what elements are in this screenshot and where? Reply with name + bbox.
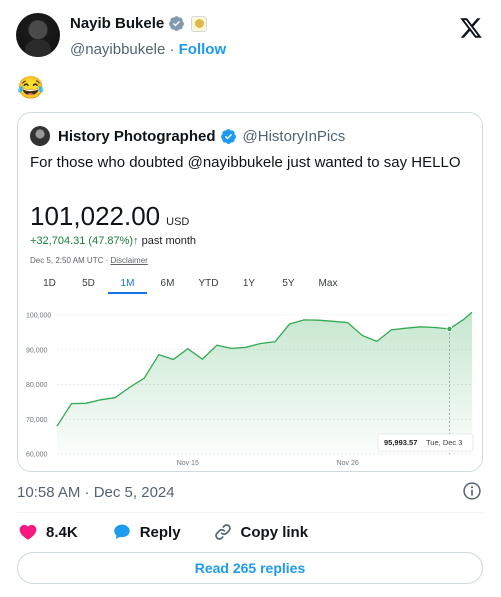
price-currency: USD (166, 216, 190, 228)
range-tab-1d[interactable]: 1D (30, 278, 69, 294)
price-area (57, 312, 472, 454)
y-tick-label: 100,000 (26, 313, 51, 320)
copy-link-button[interactable]: Copy link (213, 522, 309, 542)
quoted-text: For those who doubted @nayibbukele just … (30, 154, 461, 171)
reply-label: Reply (139, 523, 181, 541)
range-tabs: 1D 5D 1M 6M YTD 1Y 5Y Max (30, 278, 348, 294)
read-replies-button[interactable]: Read 265 replies (17, 552, 483, 584)
author-handle-row: @nayibbukele · Follow (70, 41, 226, 58)
divider (17, 512, 483, 513)
author-name-row: Nayib Bukele (70, 15, 208, 32)
change-value: +32,704.31 (47.87%)↑ (30, 235, 139, 247)
range-tab-ytd[interactable]: YTD (188, 278, 229, 294)
quoted-tweet[interactable]: History Photographed @HistoryInPics For … (17, 112, 483, 472)
price-value: 101,022.00 (30, 201, 161, 231)
price-line: 101,022.00 USD (30, 201, 189, 232)
quoted-avatar (30, 126, 50, 146)
author-avatar[interactable] (16, 13, 60, 57)
info-icon[interactable] (462, 481, 482, 501)
hover-point (446, 325, 453, 332)
x-tick-label: Nov 26 (337, 460, 359, 467)
price-chart: 100,000 90,000 80,000 70,000 60,000 Nov 15 Nov… (26, 311, 474, 467)
like-count: 8.4K (46, 523, 78, 541)
y-tick-label: 70,000 (26, 417, 48, 424)
y-tick-label: 90,000 (26, 347, 48, 354)
price-timestamp: Dec 5, 2:50 AM UTC · Disclaimer (30, 256, 148, 265)
timestamp-text: Dec 5, 2:50 AM UTC · (30, 256, 111, 265)
author-name[interactable]: Nayib Bukele (70, 15, 164, 32)
tooltip-value: 95,993.57 (384, 438, 417, 447)
tweet-timestamp[interactable]: 10:58 AM · Dec 5, 2024 (17, 484, 175, 501)
verified-badge-icon (220, 128, 236, 144)
range-tab-5y[interactable]: 5Y (269, 278, 308, 294)
range-tab-1y[interactable]: 1Y (229, 278, 269, 294)
reply-icon (113, 524, 130, 540)
quoted-author-name: History Photographed (58, 127, 216, 145)
action-bar: 8.4K Reply Copy link (18, 522, 308, 542)
follow-button[interactable]: Follow (179, 41, 227, 58)
range-tab-5d[interactable]: 5D (69, 278, 108, 294)
y-tick-label: 60,000 (26, 452, 48, 459)
quoted-author-handle: @HistoryInPics (242, 127, 346, 145)
y-tick-label: 80,000 (26, 382, 48, 389)
quoted-header: History Photographed @HistoryInPics (30, 126, 345, 146)
range-tab-max[interactable]: Max (308, 278, 348, 294)
change-period: past month (141, 235, 197, 247)
author-handle[interactable]: @nayibbukele (70, 41, 165, 58)
link-icon (214, 524, 231, 540)
verified-badge-icon (169, 16, 185, 31)
disclaimer-link: Disclaimer (110, 256, 148, 265)
range-tab-1m[interactable]: 1M (108, 278, 147, 294)
reply-button[interactable]: Reply (112, 522, 181, 542)
copy-link-label: Copy link (240, 523, 309, 541)
x-logo-icon[interactable] (459, 16, 483, 40)
price-change: +32,704.31 (47.87%)↑ past month (30, 235, 196, 247)
affiliate-badge-icon[interactable] (191, 15, 208, 32)
range-tab-6m[interactable]: 6M (147, 278, 188, 294)
like-button[interactable]: 8.4K (18, 522, 78, 542)
tooltip-date: Tue, Dec 3 (426, 438, 462, 447)
heart-icon (19, 524, 37, 540)
x-tick-label: Nov 15 (177, 460, 199, 467)
separator-dot: · (169, 41, 175, 58)
tweet-text: 😂 (17, 75, 45, 100)
